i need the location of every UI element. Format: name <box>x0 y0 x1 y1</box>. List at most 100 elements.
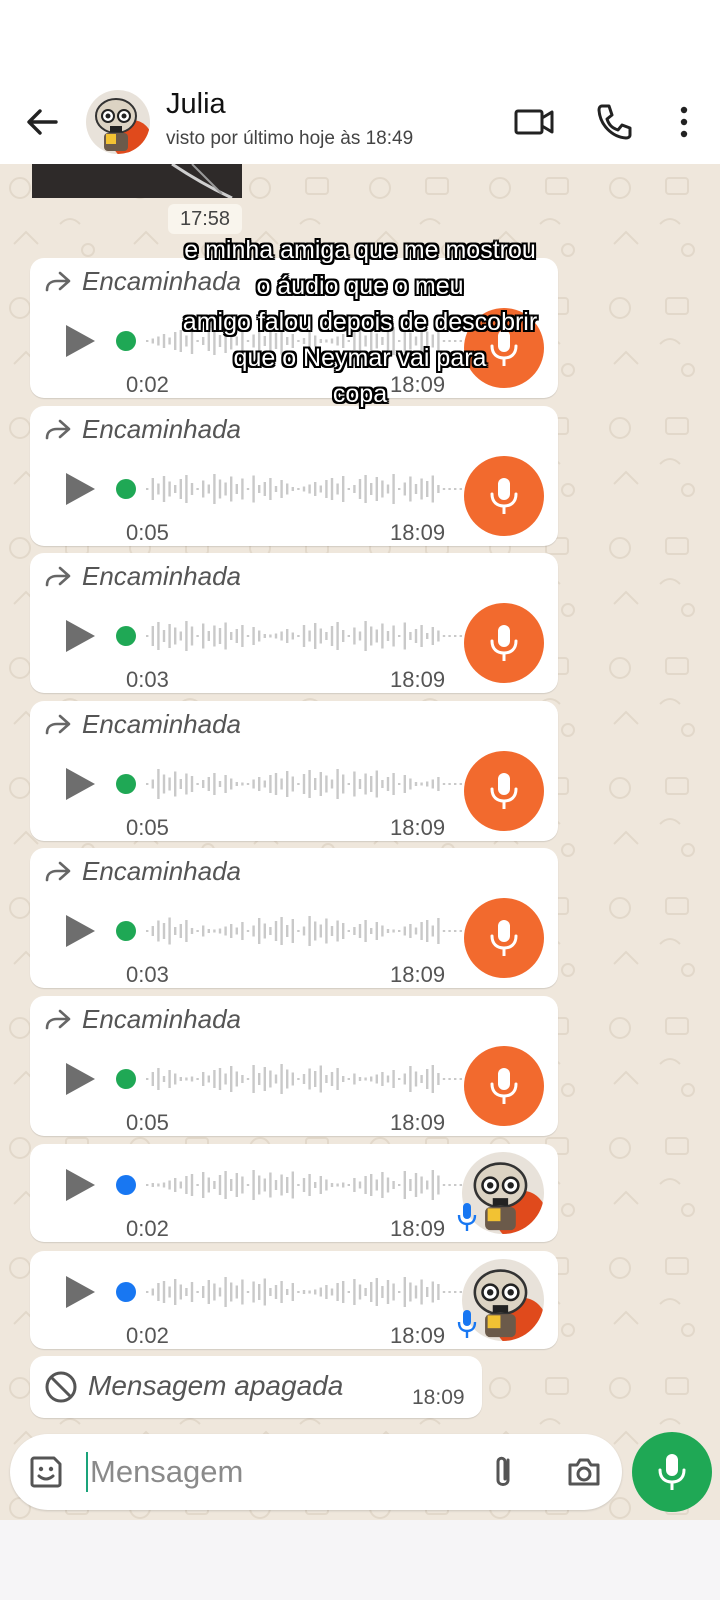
forwarded-indicator: Encaminhada <box>44 414 241 444</box>
forwarded-label: Encaminhada <box>82 708 241 739</box>
voice-mic-badge <box>464 751 544 831</box>
voice-time: 18:09 <box>390 1323 446 1348</box>
mic-icon <box>490 920 518 956</box>
voice-mic-badge <box>464 456 544 536</box>
forward-icon <box>45 861 71 882</box>
playback-position-dot[interactable] <box>116 479 136 499</box>
play-icon[interactable] <box>62 912 98 950</box>
voice-time: 18:09 <box>390 815 446 840</box>
mic-icon <box>658 1454 686 1490</box>
waveform[interactable] <box>146 469 472 509</box>
forwarded-indicator: Encaminhada <box>44 561 241 591</box>
mic-icon <box>490 773 518 809</box>
voice-mic-badge <box>464 1046 544 1126</box>
mic-icon <box>490 478 518 514</box>
caption-line: amigo falou depois de descobrir <box>182 308 538 336</box>
forwarded-indicator: Encaminhada <box>44 709 241 739</box>
deleted-message-bubble[interactable]: Mensagem apagada 18:09 <box>30 1356 482 1418</box>
chat-area[interactable]: 17:58 Encaminhada 0:02 18:09 Encaminhada 0:0… <box>0 164 720 1520</box>
last-seen-status: visto por último hoje às 18:49 <box>166 128 414 149</box>
waveform[interactable] <box>146 911 472 951</box>
forwarded-label: Encaminhada <box>82 1003 241 1034</box>
caption-line: que o Neymar vai para <box>233 344 487 372</box>
forward-icon <box>45 714 71 735</box>
deleted-message-label: Mensagem apagada <box>88 1370 344 1401</box>
playback-position-dot[interactable] <box>116 921 136 941</box>
voice-time: 18:09 <box>390 1216 446 1241</box>
forwarded-indicator: Encaminhada <box>44 1004 241 1034</box>
play-icon[interactable] <box>62 1060 98 1098</box>
ban-icon <box>44 1370 78 1404</box>
play-icon[interactable] <box>62 765 98 803</box>
contact-avatar[interactable] <box>86 90 150 154</box>
caption-line: copa <box>332 380 388 408</box>
forwarded-voice-message[interactable]: Encaminhada 0:05 18:09 <box>30 406 558 546</box>
playback-position-dot[interactable] <box>116 626 136 646</box>
deleted-message-time: 18:09 <box>412 1386 465 1409</box>
forward-icon <box>45 271 71 292</box>
voice-time: 18:09 <box>390 667 446 692</box>
forwarded-voice-message[interactable]: Encaminhada 0:03 18:09 <box>30 553 558 693</box>
chat-header: Julia visto por último hoje às 18:49 <box>0 84 720 164</box>
mic-icon <box>490 1068 518 1104</box>
waveform[interactable] <box>146 616 472 656</box>
forwarded-indicator: Encaminhada <box>44 856 241 886</box>
play-icon[interactable] <box>62 1166 98 1204</box>
waveform[interactable] <box>146 1165 472 1205</box>
image-message-thumbnail[interactable] <box>32 164 242 198</box>
video-caption-overlay: e minha amiga que me mostrou o áudio que … <box>120 232 600 412</box>
forward-icon <box>45 566 71 587</box>
voice-duration: 0:03 <box>126 667 169 692</box>
play-icon[interactable] <box>62 470 98 508</box>
playback-position-dot[interactable] <box>116 774 136 794</box>
playback-position-dot[interactable] <box>116 1175 136 1195</box>
voice-duration: 0:05 <box>126 1110 169 1135</box>
voice-duration: 0:05 <box>126 815 169 840</box>
voice-duration: 0:02 <box>126 1323 169 1348</box>
waveform[interactable] <box>146 1059 472 1099</box>
attach-icon[interactable] <box>488 1452 518 1492</box>
play-icon[interactable] <box>62 1273 98 1311</box>
voice-duration: 0:02 <box>126 1216 169 1241</box>
voice-message[interactable]: 0:02 18:09 <box>30 1144 558 1242</box>
forwarded-label: Encaminhada <box>82 413 241 444</box>
voice-mic-badge <box>464 603 544 683</box>
mic-icon <box>490 625 518 661</box>
voice-message[interactable]: 0:02 18:09 <box>30 1251 558 1349</box>
play-icon[interactable] <box>62 617 98 655</box>
status-bar <box>0 0 720 84</box>
waveform[interactable] <box>146 764 472 804</box>
video-call-icon[interactable] <box>512 100 556 144</box>
voice-time: 18:09 <box>390 962 446 987</box>
voice-time: 18:09 <box>390 520 446 545</box>
camera-icon[interactable] <box>566 1456 602 1488</box>
forwarded-voice-message[interactable]: Encaminhada 0:03 18:09 <box>30 848 558 988</box>
phone-icon[interactable] <box>592 100 636 144</box>
message-input[interactable] <box>90 1448 470 1496</box>
system-navigation-bar <box>0 1520 720 1600</box>
caption-line: o áudio que o meu <box>256 272 464 300</box>
forwarded-label: Encaminhada <box>82 560 241 591</box>
voice-mic-badge <box>464 898 544 978</box>
back-arrow-icon[interactable] <box>22 102 62 142</box>
mic-icon <box>457 1310 477 1338</box>
waveform[interactable] <box>146 1272 472 1312</box>
text-caret <box>86 1452 88 1492</box>
forward-icon <box>45 419 71 440</box>
image-message-time: 17:58 <box>168 204 242 234</box>
voice-time: 18:09 <box>390 1110 446 1135</box>
playback-position-dot[interactable] <box>116 1282 136 1302</box>
forwarded-label: Encaminhada <box>82 855 241 886</box>
more-vert-icon[interactable] <box>662 100 706 144</box>
play-icon[interactable] <box>62 322 98 360</box>
forwarded-voice-message[interactable]: Encaminhada 0:05 18:09 <box>30 996 558 1136</box>
message-composer <box>10 1434 622 1510</box>
sticker-icon[interactable] <box>28 1454 64 1490</box>
forwarded-voice-message[interactable]: Encaminhada 0:05 18:09 <box>30 701 558 841</box>
voice-duration: 0:05 <box>126 520 169 545</box>
record-voice-button[interactable] <box>632 1432 712 1512</box>
contact-name[interactable]: Julia <box>166 88 226 121</box>
playback-position-dot[interactable] <box>116 1069 136 1089</box>
mic-icon <box>457 1203 477 1231</box>
forward-icon <box>45 1009 71 1030</box>
